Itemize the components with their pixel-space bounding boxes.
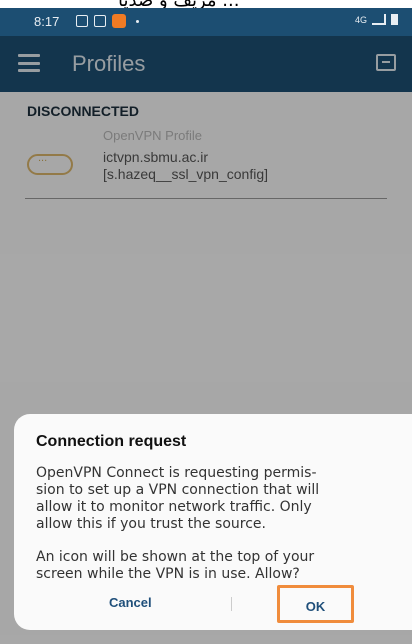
ok-button[interactable]: OK [277, 585, 354, 623]
image-notification-icon [76, 15, 88, 27]
download-notification-icon [94, 15, 106, 27]
app-notification-icon [112, 14, 126, 28]
button-separator [231, 597, 232, 611]
dialog-message: OpenVPN Connect is requesting permis- si… [36, 465, 320, 532]
cancel-button[interactable]: Cancel [109, 595, 152, 610]
status-time: 8:17 [34, 14, 60, 29]
ok-button-label: OK [305, 599, 326, 614]
top-strip-text: مریف و صدیا ... [118, 0, 239, 8]
connection-request-dialog: Connection request OpenVPN Connect is re… [14, 414, 412, 630]
network-type: 4G [354, 14, 367, 25]
dialog-buttons: Cancel OK [14, 585, 412, 623]
notification-icons [76, 14, 139, 28]
more-notifications-icon [136, 19, 139, 23]
signal-icon [372, 14, 386, 25]
system-icons: 4G [355, 14, 398, 25]
dialog-message-allow: An icon will be shown at the top of your… [36, 549, 315, 582]
battery-icon [391, 14, 398, 25]
dialog-title: Connection request [36, 433, 187, 450]
status-bar: 8:17 4G [0, 8, 412, 36]
top-cropped-strip: مریف و صدیا ... [0, 0, 412, 8]
